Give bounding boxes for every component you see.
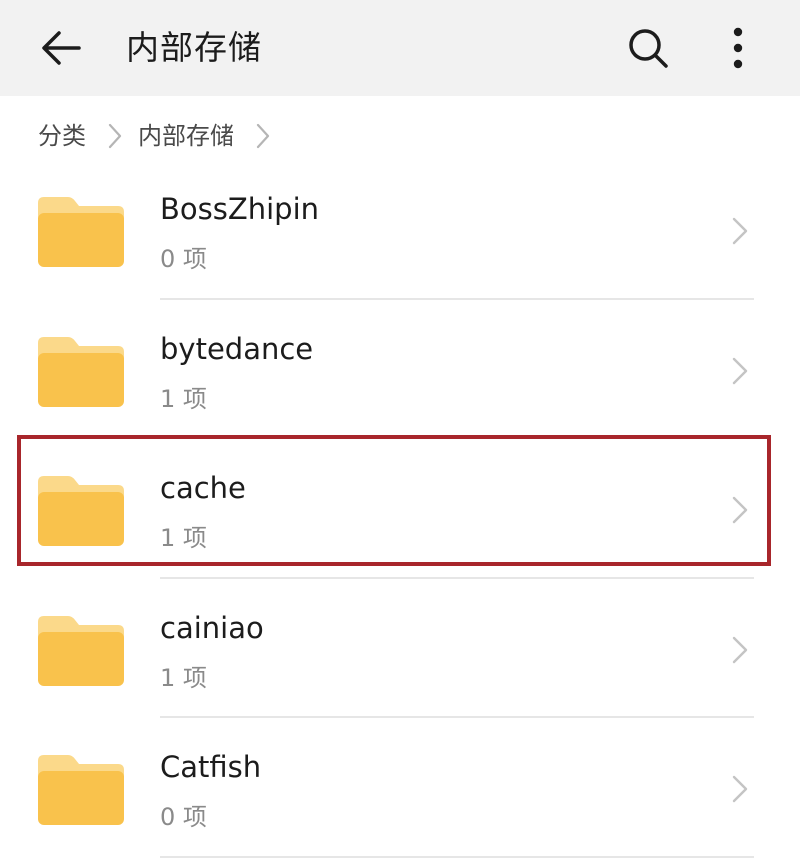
folder-name: bytedance — [160, 331, 314, 366]
folder-icon — [38, 336, 124, 407]
folder-name: BossZhipin — [160, 192, 320, 226]
chevron-right-icon — [256, 123, 270, 149]
row-divider — [160, 855, 754, 858]
folder-icon — [38, 197, 124, 267]
chevron-right-icon — [732, 775, 748, 803]
breadcrumb-separator — [108, 123, 122, 149]
folder-icon — [38, 615, 124, 686]
chevron-right-icon — [732, 217, 748, 245]
chevron-right-icon — [732, 357, 748, 384]
page-title: 内部存储 — [126, 28, 262, 67]
folder-row-bytedance[interactable]: bytedance 1 项 — [0, 300, 800, 439]
folder-item-count: 1 项 — [160, 524, 207, 552]
more-vertical-icon — [733, 27, 743, 69]
folder-icon — [38, 755, 124, 825]
folder-name: cache — [160, 471, 246, 505]
folder-icon — [38, 476, 124, 546]
more-options-button[interactable] — [716, 20, 760, 76]
folder-item-count: 1 项 — [160, 663, 207, 692]
folder-row-cainiao[interactable]: cainiao 1 项 — [0, 579, 800, 718]
breadcrumb: 分类 内部存储 — [38, 116, 286, 156]
folder-item-count: 0 项 — [160, 245, 207, 273]
app-bar: 内部存储 — [0, 0, 800, 96]
breadcrumb-separator — [256, 123, 270, 149]
chevron-right-icon — [732, 496, 748, 524]
chevron-right-icon — [732, 636, 748, 663]
folder-row-catfish[interactable]: Catfish 0 项 — [0, 718, 800, 858]
chevron-right-icon — [108, 123, 122, 149]
folder-name: Catfish — [160, 750, 262, 784]
file-list: BossZhipin 0 项 bytedance 1 项 cache 1 项 c… — [0, 160, 800, 858]
back-button[interactable] — [34, 22, 88, 74]
search-icon — [629, 29, 668, 68]
folder-item-count: 1 项 — [160, 384, 207, 413]
breadcrumb-item-category[interactable]: 分类 — [38, 116, 86, 156]
folder-row-cache[interactable]: cache 1 项 — [0, 439, 800, 579]
folder-name: cainiao — [160, 610, 264, 645]
folder-item-count: 0 项 — [160, 803, 207, 831]
folder-row-bosszhipin[interactable]: BossZhipin 0 项 — [0, 160, 800, 300]
search-button[interactable] — [622, 22, 674, 74]
breadcrumb-item-internal-storage[interactable]: 内部存储 — [138, 116, 234, 156]
arrow-left-icon — [42, 31, 81, 65]
